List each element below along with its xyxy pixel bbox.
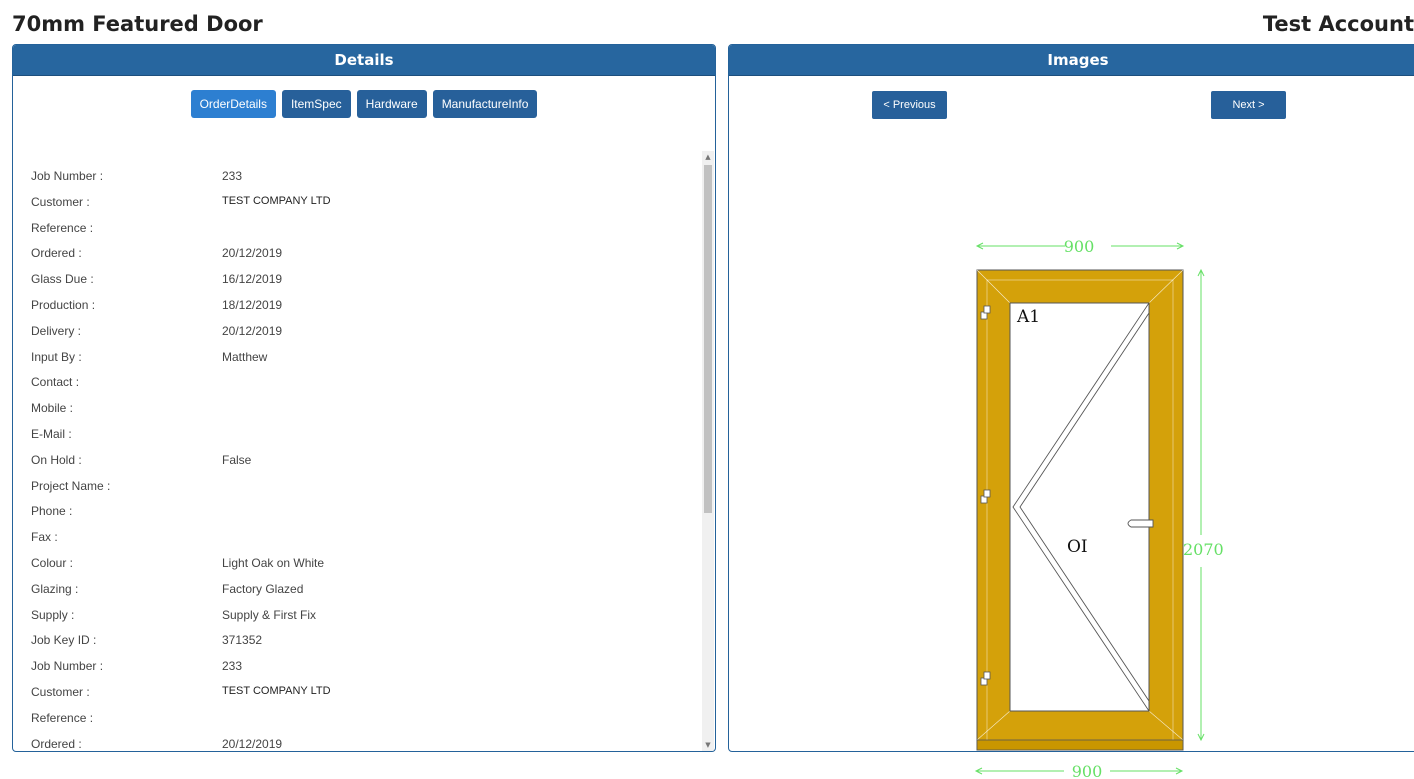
scroll-down-arrow-icon[interactable]: ▼ (702, 739, 714, 751)
detail-value: 233 (222, 169, 243, 183)
detail-value: Matthew (222, 349, 268, 364)
detail-label: Glass Due : (31, 272, 94, 287)
detail-row: Supply : Supply & First Fix (13, 606, 715, 632)
images-header: Images (729, 45, 1414, 76)
detail-label: Fax : (31, 530, 58, 545)
detail-label: Customer : (31, 684, 90, 699)
next-button[interactable]: Next > (1211, 91, 1286, 119)
detail-value: 18/12/2019 (222, 297, 283, 312)
detail-label: Production : (31, 297, 96, 312)
detail-label: Project Name : (31, 478, 111, 493)
detail-label: Job Number : (31, 659, 104, 674)
detail-row: Job Number : 233 (13, 657, 715, 683)
detail-row: Colour : Light Oak on White (13, 554, 715, 580)
detail-label: E-Mail : (31, 426, 72, 441)
detail-value: 233 (222, 659, 243, 674)
detail-row: Fax : (13, 528, 715, 554)
detail-label: Contact : (31, 375, 80, 390)
page-title: 70mm Featured Door (12, 12, 263, 36)
top-dimension: 900 (975, 237, 1185, 256)
door-drawing: 900 A1 OI 2070 (975, 237, 1224, 751)
hinge-icon (983, 305, 991, 314)
detail-row: Customer : TEST COMPANY LTD (13, 683, 715, 709)
detail-value: 20/12/2019 (222, 736, 283, 751)
tab-manufacture-info[interactable]: ManufactureInfo (432, 90, 538, 118)
details-panel: Details OrderDetails ItemSpec Hardware M… (12, 44, 716, 752)
detail-row: Mobile : (13, 399, 715, 425)
details-scrollbar[interactable]: ▲ ▼ (702, 151, 714, 751)
door-handle-icon (1127, 519, 1154, 528)
detail-row: Job Number : 233 (13, 167, 715, 193)
tab-order-details[interactable]: OrderDetails (190, 90, 276, 118)
detail-label: Ordered : (31, 736, 82, 751)
detail-row: Reference : (13, 709, 715, 735)
detail-row: On Hold : False (13, 451, 715, 477)
door-threshold (976, 739, 1184, 751)
details-tabs: OrderDetails ItemSpec Hardware Manufactu… (13, 90, 715, 118)
detail-label: On Hold : (31, 452, 82, 467)
detail-value: 20/12/2019 (222, 246, 283, 261)
order-details-list: Job Number : 233 Customer : TEST COMPANY L… (13, 167, 715, 751)
detail-row: Customer : TEST COMPANY LTD (13, 193, 715, 219)
hinge-icon (983, 671, 991, 680)
width-label: 900 (1064, 237, 1095, 256)
height-label: 2070 (1183, 540, 1224, 559)
detail-value: False (222, 452, 252, 467)
detail-row: E-Mail : (13, 425, 715, 451)
detail-label: Input By : (31, 349, 82, 364)
detail-value: Supply & First Fix (222, 607, 317, 622)
detail-label: Reference : (31, 220, 94, 235)
detail-label: Mobile : (31, 401, 74, 416)
bottom-dimension: 900 (974, 762, 1184, 779)
detail-value: 16/12/2019 (222, 272, 283, 287)
detail-value: 20/12/2019 (222, 323, 283, 338)
detail-row: Reference : (13, 219, 715, 245)
details-header: Details (13, 45, 715, 76)
detail-row: Production : 18/12/2019 (13, 296, 715, 322)
hinge-icon (983, 489, 991, 498)
detail-label: Job Number : (31, 169, 104, 183)
detail-value: Factory Glazed (222, 581, 304, 596)
detail-value: Light Oak on White (222, 555, 325, 570)
detail-value: 371352 (222, 633, 263, 648)
detail-label: Customer : (31, 194, 90, 209)
detail-row: Ordered : 20/12/2019 (13, 244, 715, 270)
detail-row: Job Key ID : 371352 (13, 631, 715, 657)
detail-label: Colour : (31, 555, 74, 570)
previous-button[interactable]: < Previous (872, 91, 947, 119)
detail-label: Ordered : (31, 246, 82, 261)
detail-row: Glazing : Factory Glazed (13, 580, 715, 606)
detail-row: Input By : Matthew (13, 348, 715, 374)
detail-label: Delivery : (31, 323, 82, 338)
detail-label: Reference : (31, 710, 94, 725)
scroll-thumb[interactable] (704, 165, 712, 513)
detail-label: Phone : (31, 504, 73, 519)
detail-label: Supply : (31, 607, 75, 622)
detail-value: TEST COMPANY LTD (222, 684, 331, 697)
images-panel: Images < Previous Next > 900 A1 OI 2070 (728, 44, 1414, 752)
door-glass (1009, 302, 1150, 712)
opening-label: OI (1067, 537, 1088, 557)
detail-row: Ordered : 20/12/2019 (13, 735, 715, 751)
detail-value: TEST COMPANY LTD (222, 194, 331, 207)
width-label: 900 (1072, 762, 1103, 779)
detail-row: Phone : (13, 502, 715, 528)
detail-row: Delivery : 20/12/2019 (13, 322, 715, 348)
detail-row: Project Name : (13, 477, 715, 503)
detail-row: Glass Due : 16/12/2019 (13, 270, 715, 296)
scroll-up-arrow-icon[interactable]: ▲ (702, 151, 714, 163)
right-dimension: 2070 (1183, 268, 1224, 742)
detail-label: Job Key ID : (31, 633, 97, 648)
tab-hardware[interactable]: Hardware (356, 90, 427, 118)
tab-item-spec[interactable]: ItemSpec (281, 90, 351, 118)
detail-row: Contact : (13, 373, 715, 399)
detail-label: Glazing : (31, 581, 79, 596)
sash-label: A1 (1016, 307, 1040, 327)
account-name: Test Account (1262, 12, 1414, 36)
